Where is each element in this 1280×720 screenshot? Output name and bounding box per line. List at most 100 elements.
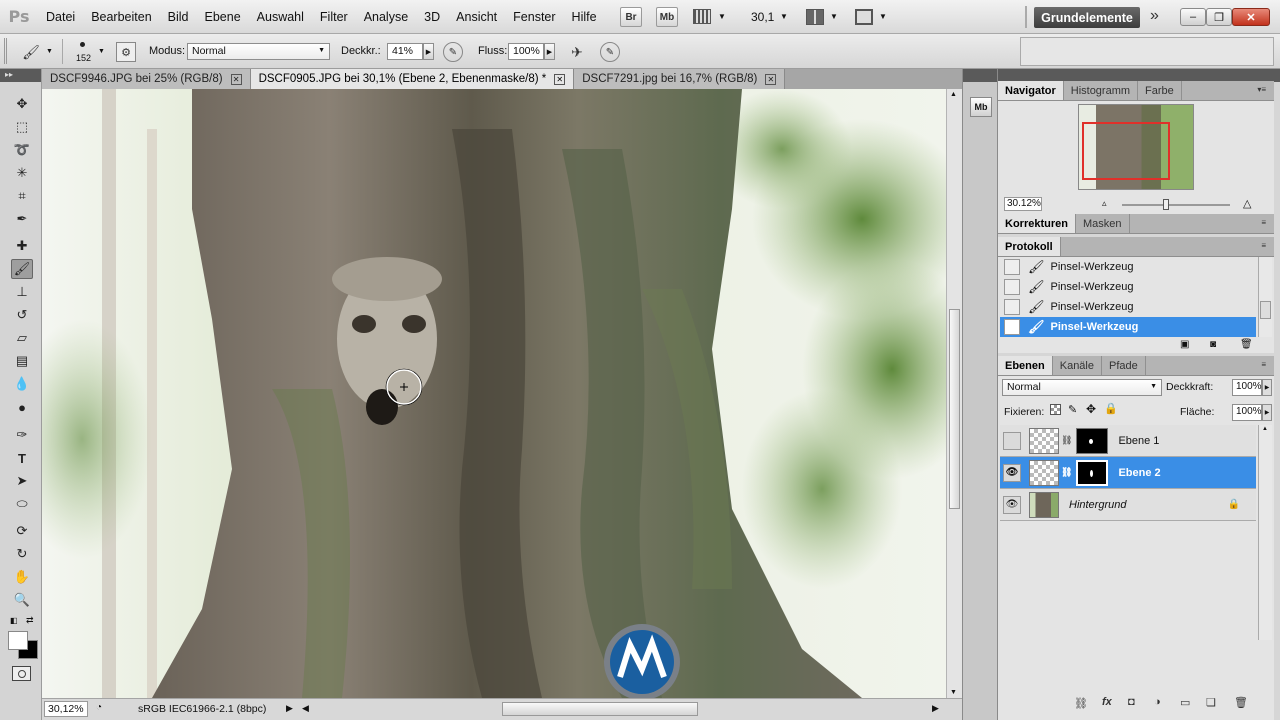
restore-button[interactable]: ❐ (1206, 8, 1232, 26)
tab-korrekturen[interactable]: Korrekturen (998, 214, 1076, 233)
blend-mode-select[interactable]: Normal ▼ (1002, 379, 1162, 396)
default-colors-icon[interactable]: ◧ (10, 616, 18, 625)
scroll-right-icon[interactable]: ▶ (932, 703, 939, 714)
swap-colors-icon[interactable]: ⇄ (26, 615, 34, 626)
shape-tool-icon[interactable]: ⬭ (11, 494, 33, 514)
screen-mode-icon[interactable] (855, 9, 873, 25)
mini-bridge-panel-icon[interactable]: Mb (970, 97, 992, 117)
navigator-zoom-slider[interactable] (1122, 204, 1230, 206)
tab-dscf0905[interactable]: DSCF0905.JPG bei 30,1% (Ebene 2, Ebenenm… (250, 69, 575, 89)
type-tool-icon[interactable]: T (11, 448, 33, 468)
status-menu-arrow[interactable]: ▶ (286, 703, 293, 714)
trash-icon[interactable]: 🗑 (1240, 339, 1253, 350)
tab-ebenen[interactable]: Ebenen (998, 356, 1053, 375)
arrange-documents-icon[interactable] (806, 9, 824, 25)
gradient-tool-icon[interactable]: ▤ (11, 351, 33, 371)
menu-bild[interactable]: Bild (160, 10, 197, 24)
eye-icon[interactable]: 👁 (1003, 495, 1021, 514)
add-mask-icon[interactable]: ◘ (1128, 696, 1135, 708)
layer-name[interactable]: Ebene 1 (1118, 435, 1159, 447)
tab-pfade[interactable]: Pfade (1102, 356, 1146, 375)
lock-position-icon[interactable]: ✥ (1086, 402, 1096, 416)
zoom-in-icon[interactable]: △ (1243, 197, 1251, 210)
panel-menu-icon[interactable]: ≡ (1261, 360, 1266, 369)
lock-transparency-icon[interactable] (1050, 404, 1061, 415)
tab-dscf7291[interactable]: DSCF7291.jpg bei 16,7% (RGB/8) ✕ (574, 69, 786, 89)
close-icon[interactable]: ✕ (230, 73, 242, 85)
fill-input[interactable]: 100% (1232, 404, 1262, 421)
status-zoom[interactable]: 30,12% (44, 701, 88, 717)
eye-icon[interactable]: 👁 (1003, 463, 1021, 482)
history-checkbox[interactable] (1004, 279, 1020, 295)
airbrush-icon[interactable]: ✈ (566, 41, 588, 63)
menu-fenster[interactable]: Fenster (505, 10, 563, 24)
history-scrollbar[interactable] (1258, 257, 1272, 337)
eyedropper-tool-icon[interactable]: ✒ (11, 209, 33, 229)
vertical-scrollbar[interactable]: ▲ ▼ (946, 89, 962, 698)
menu-auswahl[interactable]: Auswahl (249, 10, 312, 24)
chain-link-icon[interactable]: ⛓ (1061, 467, 1072, 478)
dock-header[interactable] (963, 69, 997, 82)
mode-select[interactable]: Normal ▼ (187, 43, 330, 60)
scroll-up-icon[interactable]: ▲ (950, 91, 957, 98)
new-group-icon[interactable]: ▭ (1180, 696, 1190, 709)
crop-tool-icon[interactable]: ⌗ (11, 186, 33, 206)
history-checkbox[interactable] (1004, 319, 1020, 335)
menu-ansicht[interactable]: Ansicht (448, 10, 505, 24)
history-item[interactable]: 🖌 Pinsel-Werkzeug (1000, 297, 1256, 317)
history-checkbox[interactable] (1004, 299, 1020, 315)
chevron-down-icon[interactable]: ▼ (718, 12, 726, 21)
tab-navigator[interactable]: Navigator (998, 81, 1064, 100)
history-item[interactable]: 🖌 Pinsel-Werkzeug (1000, 277, 1256, 297)
3d-rotate-tool-icon[interactable]: ⟳ (11, 521, 33, 541)
flow-slider-arrow[interactable]: ▶ (544, 43, 555, 60)
layer-row[interactable]: 👁 Hintergrund 🔒 (1000, 489, 1256, 521)
brush-panel-icon[interactable]: ⚙ (116, 42, 136, 62)
layer-row-selected[interactable]: 👁 ⛓ Ebene 2 (1000, 457, 1256, 489)
bridge-button[interactable]: Br (620, 7, 642, 27)
chevron-down-icon[interactable]: ▼ (830, 12, 838, 21)
layer-thumbnail[interactable] (1029, 427, 1059, 454)
lock-pixels-icon[interactable]: ✎ (1068, 403, 1077, 416)
pen-tool-icon[interactable]: ✑ (11, 425, 33, 445)
path-selection-tool-icon[interactable]: ➤ (11, 471, 33, 491)
layer-opacity-input[interactable]: 100% (1232, 379, 1262, 396)
hand-tool-icon[interactable]: ✋ (11, 567, 33, 587)
menu-analyse[interactable]: Analyse (356, 10, 416, 24)
scrollbar-thumb[interactable] (1260, 301, 1271, 319)
new-document-from-state-icon[interactable]: ▣ (1180, 339, 1189, 350)
menu-datei[interactable]: Datei (38, 10, 83, 24)
scroll-left-icon[interactable]: ◀ (302, 703, 309, 714)
layer-name[interactable]: Ebene 2 (1118, 467, 1160, 479)
tab-histogramm[interactable]: Histogramm (1064, 81, 1139, 100)
more-workspaces-icon[interactable]: » (1150, 7, 1159, 25)
history-brush-tool-icon[interactable]: ↺ (11, 305, 33, 325)
opacity-slider-arrow[interactable]: ▶ (423, 43, 434, 60)
chevron-down-icon[interactable]: ▼ (98, 48, 105, 55)
history-item[interactable]: 🖌 Pinsel-Werkzeug (1000, 257, 1256, 277)
workspace-button[interactable]: Grundelemente (1034, 7, 1140, 28)
brush-tool-icon[interactable]: 🖌 (11, 259, 33, 279)
spot-healing-tool-icon[interactable]: ✚ (11, 236, 33, 256)
blur-tool-icon[interactable]: 💧 (11, 374, 33, 394)
mini-bridge-button[interactable]: Mb (656, 7, 678, 27)
panel-menu-icon[interactable]: ▾≡ (1257, 85, 1266, 94)
clone-stamp-tool-icon[interactable]: ⊥ (11, 282, 33, 302)
3d-orbit-tool-icon[interactable]: ↻ (11, 544, 33, 564)
extras-icon[interactable] (693, 9, 711, 24)
tab-farbe[interactable]: Farbe (1138, 81, 1182, 100)
pressure-size-icon[interactable]: ✎ (600, 42, 620, 62)
menu-hilfe[interactable]: Hilfe (564, 10, 605, 24)
chevron-down-icon[interactable]: ▼ (46, 48, 53, 55)
scrollbar-thumb[interactable] (949, 309, 960, 509)
navigator-zoom-input[interactable]: 30.12% (1004, 197, 1042, 211)
zoom-tool-icon[interactable]: 🔍 (11, 590, 33, 610)
flow-input[interactable]: 100% (508, 43, 544, 60)
quick-selection-tool-icon[interactable]: ✳ (11, 163, 33, 183)
chain-link-icon[interactable]: ⛓ (1061, 435, 1072, 446)
scroll-down-icon[interactable]: ▼ (950, 689, 957, 696)
brush-preview-icon[interactable] (80, 42, 85, 47)
opacity-input[interactable]: 41% (387, 43, 423, 60)
tab-masken[interactable]: Masken (1076, 214, 1130, 233)
menu-bearbeiten[interactable]: Bearbeiten (83, 10, 159, 24)
